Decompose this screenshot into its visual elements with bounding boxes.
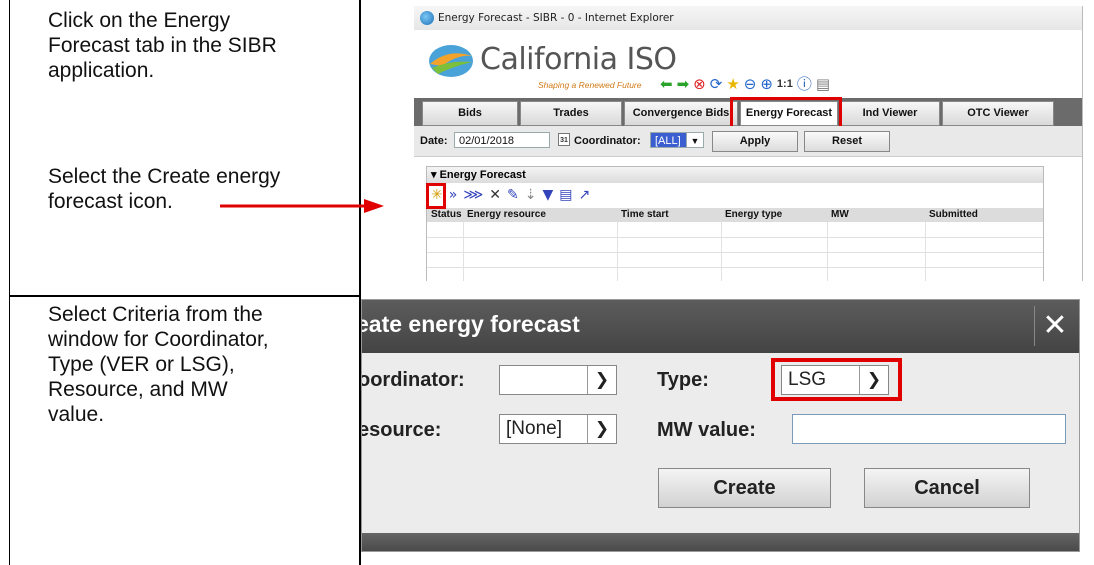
internet-explorer-icon [420, 11, 434, 25]
zoom-reset-button[interactable]: 1:1 [777, 78, 793, 90]
resource-select[interactable]: [None] ❯ [499, 414, 617, 444]
help-icon[interactable]: ⓘ [797, 75, 812, 93]
table-divider-row [9, 295, 360, 297]
tab-convergence-bids[interactable]: Convergence Bids [624, 101, 738, 126]
date-label: Date: [420, 135, 448, 147]
collapse-chevron-icon[interactable]: ▾ [431, 169, 440, 181]
california-iso-logo-icon [429, 45, 473, 77]
columns-icon[interactable]: ▤ [559, 187, 572, 203]
tab-trades[interactable]: Trades [520, 101, 622, 126]
resource-field-label: esource: [361, 419, 442, 441]
calendar-icon[interactable]: 31 [558, 133, 570, 146]
column-mw[interactable]: MW [831, 209, 849, 220]
copy-icon[interactable]: ⇣ [525, 187, 537, 203]
forward-arrow-icon[interactable]: ➡ [677, 75, 690, 93]
grid-header-row: Status Energy resource Time start Energy… [427, 208, 1043, 222]
create-energy-forecast-dialog: eate energy forecast ✕ oordinator: ❯ Typ… [361, 299, 1080, 552]
grid-column-divider [827, 222, 828, 281]
grid-column-divider [925, 222, 926, 281]
dialog-title: eate energy forecast [361, 311, 580, 337]
brand-name: California ISO [480, 42, 677, 77]
filter-bar: Date: 02/01/2018 31 Coordinator: [ALL] ▼… [414, 126, 1082, 157]
browser-window-title: Energy Forecast - SIBR - 0 - Internet Ex… [438, 12, 674, 24]
panel-title: Energy Forecast [439, 169, 526, 181]
table-row[interactable] [427, 267, 1043, 281]
energy-forecast-tab-highlight [730, 97, 842, 129]
browser-title-bar: Energy Forecast - SIBR - 0 - Internet Ex… [414, 6, 1082, 30]
panel-header[interactable]: ▾ Energy Forecast [427, 167, 1043, 183]
table-border-left [9, 0, 10, 565]
edit-pencil-icon[interactable]: ✎ [507, 187, 519, 203]
export-icon[interactable]: ↗ [578, 187, 590, 203]
column-time-start[interactable]: Time start [621, 209, 669, 220]
table-row[interactable] [427, 252, 1043, 268]
coordinator-field-label: oordinator: [361, 369, 465, 391]
column-status[interactable]: Status [431, 209, 462, 220]
zoom-out-icon[interactable]: ⊖ [744, 75, 757, 93]
chevron-down-icon[interactable]: ❯ [587, 415, 616, 443]
refresh-icon[interactable]: ⟳ [710, 75, 723, 93]
mw-value-field-label: MW value: [657, 419, 756, 441]
stop-icon[interactable]: ⊗ [693, 75, 706, 93]
cancel-button[interactable]: Cancel [864, 468, 1030, 508]
chevron-down-icon[interactable]: ❯ [587, 366, 616, 394]
dialog-title-bar: eate energy forecast ✕ [362, 300, 1079, 353]
dialog-footer-bar [362, 533, 1079, 551]
date-input[interactable]: 02/01/2018 [454, 132, 550, 148]
type-select-highlight [771, 358, 902, 401]
panel-toolbar: ✳ » ⋙ ✕ ✎ ⇣ ▼ ▤ ↗ [431, 186, 590, 204]
favorite-star-icon[interactable]: ★ [726, 75, 739, 93]
column-energy-resource[interactable]: Energy resource [467, 209, 546, 220]
zoom-in-icon[interactable]: ⊕ [760, 75, 773, 93]
submit-icon[interactable]: » [449, 187, 458, 203]
tab-otc-viewer[interactable]: OTC Viewer [942, 101, 1054, 126]
tab-ind-viewer[interactable]: Ind Viewer [840, 101, 940, 126]
grid-column-divider [721, 222, 722, 281]
column-energy-type[interactable]: Energy type [725, 209, 782, 220]
coordinator-field[interactable]: ❯ [499, 365, 617, 395]
table-row[interactable] [427, 237, 1043, 253]
brand-tagline: Shaping a Renewed Future [538, 80, 642, 90]
create-icon-highlight [426, 183, 446, 209]
coordinator-dropdown-arrow-icon[interactable]: ▼ [686, 132, 704, 148]
delete-icon[interactable]: ✕ [489, 187, 501, 203]
step3-instruction: Select Criteria from the window for Coor… [48, 303, 269, 426]
pointer-arrow [220, 199, 384, 213]
app-toolbar: ⬅ ➡ ⊗ ⟳ ★ ⊖ ⊕ 1:1 ⓘ ▤ [660, 74, 830, 94]
type-field-label: Type: [657, 369, 709, 391]
energy-forecast-panel: ▾ Energy Forecast ✳ » ⋙ ✕ ✎ ⇣ ▼ ▤ ↗ Stat… [426, 166, 1044, 281]
create-button[interactable]: Create [658, 468, 831, 508]
filter-icon[interactable]: ▼ [542, 187, 553, 203]
grid-column-divider [617, 222, 618, 281]
column-submitted[interactable]: Submitted [929, 209, 978, 220]
submit-all-icon[interactable]: ⋙ [463, 187, 483, 203]
sibr-window-screenshot: Energy Forecast - SIBR - 0 - Internet Ex… [414, 6, 1083, 281]
apply-button[interactable]: Apply [712, 131, 798, 152]
step1-instruction: Click on the Energy Forecast tab in the … [48, 9, 277, 82]
mw-value-input[interactable] [792, 414, 1066, 444]
coordinator-label: Coordinator: [574, 135, 641, 147]
grid-column-divider [463, 222, 464, 281]
close-icon[interactable]: ✕ [1034, 306, 1075, 346]
resource-select-value: [None] [506, 418, 562, 439]
back-arrow-icon[interactable]: ⬅ [660, 75, 673, 93]
coordinator-value: [ALL] [655, 135, 681, 147]
app-header: California ISO Shaping a Renewed Future … [414, 30, 1082, 98]
notes-icon[interactable]: ▤ [816, 75, 830, 93]
table-row[interactable] [427, 222, 1043, 238]
tab-bids[interactable]: Bids [422, 101, 518, 126]
reset-button[interactable]: Reset [804, 131, 890, 152]
